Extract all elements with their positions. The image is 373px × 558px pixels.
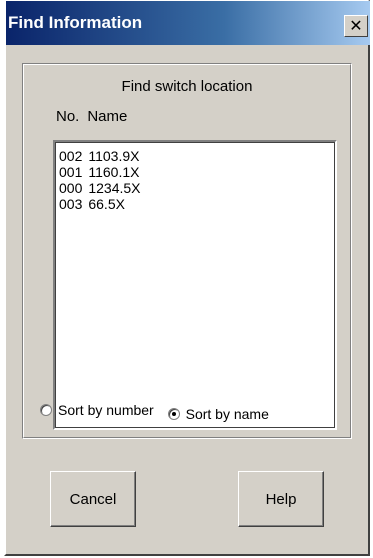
list-item-name: 1160.1X [88, 164, 140, 180]
list-items: 002 1103.9X 001 1160.1X 000 1234.5X 003 66.5… [59, 148, 141, 212]
list-item[interactable]: 002 1103.9X [59, 148, 141, 164]
group-title: Find switch location [121, 78, 253, 95]
find-switch-groupbox: Find switch location No. Name 002 1103.9X … [22, 63, 352, 439]
sort-by-name-label[interactable]: Sort by name [186, 406, 269, 422]
switch-listbox[interactable]: 002 1103.9X 001 1160.1X 000 1234.5X 003 66.5… [53, 140, 337, 430]
list-item-name: 1103.9X [88, 148, 140, 164]
list-item-name: 1234.5X [88, 180, 141, 196]
list-item-number: 000 [59, 180, 83, 196]
list-item-number: 003 [59, 196, 83, 212]
close-button[interactable]: ✕ [344, 15, 368, 37]
list-item[interactable]: 001 1160.1X [59, 164, 141, 180]
list-item-name: 66.5X [88, 196, 125, 212]
sort-by-number-radio[interactable]: Sort by number [40, 402, 154, 418]
column-headers: No. Name [56, 108, 135, 125]
sort-by-name-radio[interactable]: Sort by name [167, 406, 269, 422]
list-item[interactable]: 003 66.5X [59, 196, 141, 212]
find-information-dialog: Find Information ✕ Find switch location … [4, 0, 370, 556]
sort-by-number-label[interactable]: Sort by number [58, 402, 154, 418]
help-button[interactable]: Help [238, 471, 324, 527]
column-header-name: Name [87, 108, 128, 125]
list-item-number: 002 [59, 148, 83, 164]
sort-options: Sort by number Sort by name [40, 402, 279, 422]
close-icon: ✕ [349, 16, 363, 35]
title-bar[interactable]: Find Information ✕ [6, 1, 370, 45]
list-item-number: 001 [59, 164, 83, 180]
column-header-number: No. [56, 108, 80, 125]
radio-selected-dot [171, 412, 176, 416]
window-title: Find Information [8, 13, 143, 32]
cancel-button[interactable]: Cancel [50, 471, 136, 527]
radio-button-icon[interactable] [167, 408, 180, 420]
radio-button-icon[interactable] [40, 404, 52, 416]
list-item[interactable]: 000 1234.5X [59, 180, 141, 196]
